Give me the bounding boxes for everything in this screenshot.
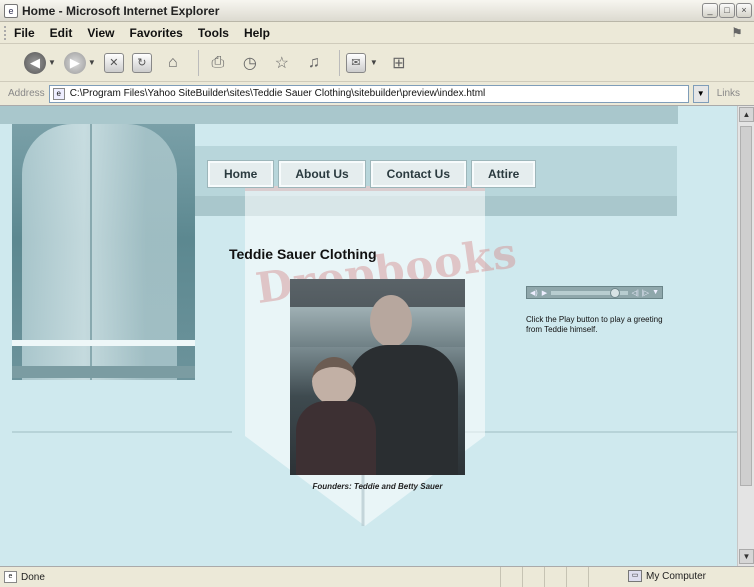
minimize-button[interactable]: _ xyxy=(702,3,718,18)
print-icon[interactable]: ⎙ xyxy=(205,50,231,76)
menu-grip-handle[interactable] xyxy=(4,26,7,40)
nav-attire-button[interactable]: Attire xyxy=(472,161,536,187)
zone-label: My Computer xyxy=(646,570,707,582)
header-band xyxy=(0,106,678,124)
title-bar: e Home - Microsoft Internet Explorer _ □… xyxy=(0,0,754,22)
left-bar-light xyxy=(12,340,195,346)
stop-icon[interactable]: ✕ xyxy=(103,52,124,73)
photo-caption: Founders: Teddie and Betty Sauer xyxy=(312,482,443,491)
address-url: C:\Program Files\Yahoo SiteBuilder\sites… xyxy=(69,88,486,99)
toolbar-separator xyxy=(197,49,199,76)
history-icon[interactable]: ◷ xyxy=(237,50,263,76)
mail-icon[interactable]: ✉ xyxy=(345,52,366,73)
nav-contact-button[interactable]: Contact Us xyxy=(370,161,467,187)
scroll-down-icon[interactable]: ▼ xyxy=(739,549,754,564)
photo-woman-body xyxy=(296,401,376,475)
forward-icon[interactable]: ▶ xyxy=(63,51,86,74)
back-icon[interactable]: ◀ xyxy=(24,51,46,74)
security-zone: ▭ My Computer xyxy=(628,570,706,582)
page-viewport: Dropbooks Home About Us Contact Us Attir… xyxy=(0,106,737,566)
seek-track[interactable] xyxy=(551,287,628,298)
nav-home-button[interactable]: Home xyxy=(208,161,274,187)
menu-view[interactable]: View xyxy=(87,26,114,40)
status-panel xyxy=(544,567,566,587)
media-icon[interactable]: ♫ xyxy=(301,50,327,76)
address-bar: Address e C:\Program Files\Yahoo SiteBui… xyxy=(0,82,754,106)
standard-toolbar: ◀ ▼ ▶ ▼ ✕ ↻ ⌂ ⎙ ◷ ☆ ♫ ✉ ▼ ⊞ xyxy=(0,44,754,82)
network-icon[interactable]: ⊞ xyxy=(386,50,412,76)
links-label[interactable]: Links xyxy=(717,88,740,99)
site-nav: Home About Us Contact Us Attire xyxy=(208,161,536,187)
status-panel xyxy=(588,567,610,587)
menu-edit[interactable]: Edit xyxy=(50,26,73,40)
vertical-scrollbar[interactable]: ▲ ▼ xyxy=(737,106,754,566)
window-title: Home - Microsoft Internet Explorer xyxy=(22,3,220,18)
status-panel xyxy=(500,567,522,587)
scroll-thumb[interactable] xyxy=(740,126,752,486)
status-page-icon: e xyxy=(4,571,17,583)
seek-knob[interactable] xyxy=(609,287,620,298)
status-panels xyxy=(500,567,610,587)
founders-photo xyxy=(290,279,465,475)
menu-help[interactable]: Help xyxy=(244,26,270,40)
maximize-button[interactable]: □ xyxy=(719,3,735,18)
menu-file[interactable]: File xyxy=(14,26,35,40)
address-dropdown-icon[interactable]: ▼ xyxy=(692,84,709,103)
forward-dropdown-icon[interactable]: ▼ xyxy=(88,58,96,67)
player-note: Click the Play button to play a greeting… xyxy=(526,315,663,334)
close-button[interactable]: × xyxy=(736,3,752,18)
photo-woman-head xyxy=(312,357,356,405)
divider-left xyxy=(12,431,232,433)
windows-logo-icon: ⚑ xyxy=(731,25,743,40)
status-bar: e Done ▭ My Computer xyxy=(0,566,754,587)
menu-favorites[interactable]: Favorites xyxy=(129,26,182,40)
status-panel xyxy=(566,567,588,587)
mail-dropdown-icon[interactable]: ▼ xyxy=(370,58,378,67)
menu-bar: File Edit View Favorites Tools Help ⚑ xyxy=(0,22,754,44)
address-label: Address xyxy=(8,88,45,99)
menu-tools[interactable]: Tools xyxy=(198,26,229,40)
favorites-icon[interactable]: ☆ xyxy=(269,50,295,76)
page-icon: e xyxy=(52,87,65,100)
play-icon[interactable]: ▶ xyxy=(542,289,547,297)
my-computer-icon: ▭ xyxy=(628,570,642,582)
left-bar-dark xyxy=(12,366,195,378)
status-panel xyxy=(522,567,544,587)
prev-icon[interactable]: ◁| xyxy=(632,289,639,297)
nav-about-button[interactable]: About Us xyxy=(279,161,365,187)
address-field[interactable]: e C:\Program Files\Yahoo SiteBuilder\sit… xyxy=(48,84,689,103)
divider-right xyxy=(455,431,737,433)
refresh-icon[interactable]: ↻ xyxy=(131,52,152,73)
toolbar-separator xyxy=(338,49,340,76)
ie-page-icon: e xyxy=(4,3,18,18)
player-menu-icon[interactable]: ▼ xyxy=(652,289,659,296)
scroll-up-icon[interactable]: ▲ xyxy=(739,107,754,122)
photo-man-head xyxy=(370,295,412,347)
audio-player[interactable]: ◀) ▶ ◁| |▷ ▼ xyxy=(526,286,663,299)
back-dropdown-icon[interactable]: ▼ xyxy=(48,58,56,67)
window-controls: _ □ × xyxy=(702,3,752,18)
status-text: Done xyxy=(21,571,45,583)
volume-icon[interactable]: ◀) xyxy=(530,289,538,297)
home-icon[interactable]: ⌂ xyxy=(160,50,186,76)
site-title: Teddie Sauer Clothing xyxy=(229,246,377,262)
next-icon[interactable]: |▷ xyxy=(642,289,649,297)
